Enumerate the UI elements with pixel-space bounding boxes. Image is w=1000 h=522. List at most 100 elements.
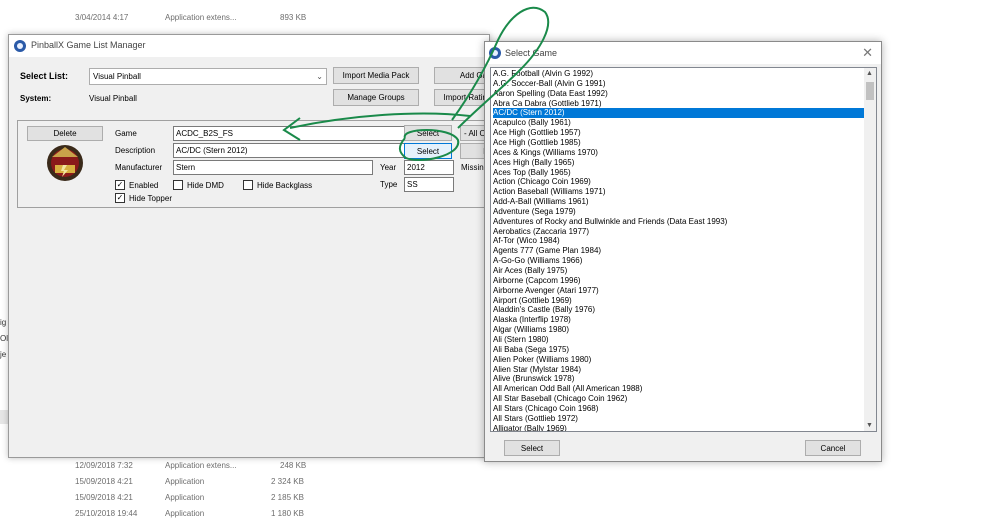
- game-label: Game: [115, 129, 137, 138]
- dialog-title: Select Game: [505, 48, 558, 58]
- file-type: Application: [165, 477, 205, 486]
- delete-button[interactable]: Delete: [27, 126, 103, 141]
- background-edge-text: ig: [0, 318, 7, 327]
- manufacturer-field[interactable]: Stern: [173, 160, 373, 175]
- acdc-logo: [47, 145, 83, 181]
- hide-backglass-checkbox[interactable]: Hide Backglass: [243, 180, 312, 190]
- game-list-item[interactable]: Abra Ca Dabra (Gottlieb 1971): [493, 99, 865, 109]
- game-list-manager-window: PinballX Game List Manager Select List: …: [8, 34, 492, 458]
- file-date: 12/09/2018 7:32: [75, 461, 133, 470]
- game-list-item[interactable]: Aces High (Bally 1965): [493, 158, 865, 168]
- system-value: Visual Pinball: [89, 94, 137, 103]
- dialog-select-button[interactable]: Select: [504, 440, 560, 456]
- game-list-item[interactable]: Af-Tor (Wico 1984): [493, 236, 865, 246]
- game-list-item[interactable]: Airport (Gottlieb 1969): [493, 296, 865, 306]
- game-list-item[interactable]: Ali (Stern 1980): [493, 335, 865, 345]
- window-title: PinballX Game List Manager: [31, 40, 146, 50]
- vertical-scrollbar[interactable]: ▲ ▼: [864, 68, 876, 431]
- type-field[interactable]: SS: [404, 177, 454, 192]
- game-list-item[interactable]: Alive (Brunswick 1978): [493, 374, 865, 384]
- dialog-title-bar[interactable]: Select Game ✕: [485, 42, 881, 64]
- dialog-cancel-button[interactable]: Cancel: [805, 440, 861, 456]
- game-list[interactable]: A.G. Football (Alvin G 1992) A.G. Soccer-…: [490, 67, 877, 432]
- game-list-item[interactable]: Air Aces (Bally 1975): [493, 266, 865, 276]
- game-list-item[interactable]: Action Baseball (Williams 1971): [493, 187, 865, 197]
- game-list-item[interactable]: Add-A-Ball (Williams 1961): [493, 197, 865, 207]
- add-game-button[interactable]: Add Ga: [434, 67, 491, 84]
- game-list-item[interactable]: Action (Chicago Coin 1969): [493, 177, 865, 187]
- pinballx-app-icon: [489, 47, 501, 59]
- checkbox-box: ✓: [115, 180, 125, 190]
- select-game-dialog: Select Game ✕ A.G. Football (Alvin G 199…: [484, 41, 882, 462]
- game-list-item[interactable]: All Star Baseball (Chicago Coin 1962): [493, 394, 865, 404]
- background-scrollbar: [0, 410, 8, 424]
- game-list-item[interactable]: All American Odd Ball (All American 1988…: [493, 384, 865, 394]
- hide-dmd-checkbox[interactable]: Hide DMD: [173, 180, 224, 190]
- game-list-item[interactable]: Agents 777 (Game Plan 1984): [493, 246, 865, 256]
- file-date: 3/04/2014 4:17: [75, 13, 129, 22]
- game-list-item[interactable]: Adventure (Sega 1979): [493, 207, 865, 217]
- game-list-item[interactable]: Aces Top (Bally 1965): [493, 168, 865, 178]
- file-size: 248 KB: [280, 461, 307, 470]
- game-list-item[interactable]: A.G. Soccer-Ball (Alvin G 1991): [493, 79, 865, 89]
- select-description-button[interactable]: Select: [404, 143, 452, 159]
- game-list-item[interactable]: A.G. Football (Alvin G 1992): [493, 69, 865, 79]
- scroll-thumb[interactable]: [866, 82, 874, 100]
- enabled-label: Enabled: [129, 180, 159, 190]
- select-list-dropdown[interactable]: Visual Pinball ⌄: [89, 68, 327, 85]
- game-list-item[interactable]: Alien Star (Mylstar 1984): [493, 365, 865, 375]
- game-details-panel: Delete Game ACDC_B2S_FS Select - All O D…: [17, 120, 492, 208]
- game-list-item[interactable]: All Stars (Gottlieb 1972): [493, 414, 865, 424]
- file-size: 2 324 KB: [271, 477, 304, 486]
- game-list-item[interactable]: Aerobatics (Zaccaria 1977): [493, 227, 865, 237]
- checkbox-box: [243, 180, 253, 190]
- game-list-item[interactable]: All Stars (Chicago Coin 1968): [493, 404, 865, 414]
- game-list-item[interactable]: Ace High (Gottlieb 1957): [493, 128, 865, 138]
- game-list-item[interactable]: Acapulco (Bally 1961): [493, 118, 865, 128]
- background-edge-text: Ol: [0, 334, 8, 343]
- game-list-item[interactable]: Alaska (Interflip 1978): [493, 315, 865, 325]
- game-list-item[interactable]: Adventures of Rocky and Bullwinkle and F…: [493, 217, 865, 227]
- game-list-item[interactable]: Aladdin's Castle (Bally 1976): [493, 305, 865, 315]
- type-label: Type: [380, 180, 398, 189]
- hide-dmd-label: Hide DMD: [187, 180, 224, 190]
- game-list-item[interactable]: Alligator (Bally 1969): [493, 424, 865, 431]
- checkbox-box: ✓: [115, 193, 125, 203]
- title-bar[interactable]: PinballX Game List Manager: [9, 35, 489, 57]
- description-field[interactable]: AC/DC (Stern 2012): [173, 143, 405, 158]
- scroll-up-icon[interactable]: ▲: [866, 70, 873, 77]
- game-list-item[interactable]: Aaron Spelling (Data East 1992): [493, 89, 865, 99]
- close-icon[interactable]: ✕: [862, 45, 873, 61]
- file-size: 2 185 KB: [271, 493, 304, 502]
- game-list-item[interactable]: Aces & Kings (Williams 1970): [493, 148, 865, 158]
- game-list-item[interactable]: Alien Poker (Williams 1980): [493, 355, 865, 365]
- game-field[interactable]: ACDC_B2S_FS: [173, 126, 405, 141]
- file-date: 25/10/2018 19:44: [75, 509, 138, 518]
- game-list-item[interactable]: AC/DC (Stern 2012): [493, 108, 865, 119]
- hide-topper-label: Hide Topper: [129, 193, 172, 203]
- game-list-item[interactable]: Ali Baba (Sega 1975): [493, 345, 865, 355]
- manufacturer-label: Manufacturer: [115, 163, 163, 172]
- pinballx-app-icon: [14, 40, 26, 52]
- game-list-item[interactable]: Airborne Avenger (Atari 1977): [493, 286, 865, 296]
- file-type: Application extens...: [165, 13, 237, 22]
- hide-topper-checkbox[interactable]: ✓ Hide Topper: [115, 193, 172, 203]
- game-list-item[interactable]: Algar (Williams 1980): [493, 325, 865, 335]
- file-date: 15/09/2018 4:21: [75, 477, 133, 486]
- description-label: Description: [115, 146, 156, 155]
- enabled-checkbox[interactable]: ✓ Enabled: [115, 180, 158, 190]
- checkbox-box: [173, 180, 183, 190]
- chevron-down-icon: ⌄: [316, 72, 323, 81]
- game-list-item[interactable]: A-Go-Go (Williams 1966): [493, 256, 865, 266]
- game-list-item[interactable]: Ace High (Gottlieb 1985): [493, 138, 865, 148]
- year-field[interactable]: 2012: [404, 160, 454, 175]
- manage-groups-button[interactable]: Manage Groups: [333, 89, 419, 106]
- select-game-button[interactable]: Select: [404, 125, 452, 141]
- import-media-pack-button[interactable]: Import Media Pack: [333, 67, 419, 84]
- file-type: Application extens...: [165, 461, 237, 470]
- scroll-down-icon[interactable]: ▼: [866, 422, 873, 429]
- import-ratings-button[interactable]: Import Ratin: [434, 89, 491, 106]
- game-list-item[interactable]: Airborne (Capcom 1996): [493, 276, 865, 286]
- hide-backglass-label: Hide Backglass: [257, 180, 313, 190]
- file-type: Application: [165, 509, 205, 518]
